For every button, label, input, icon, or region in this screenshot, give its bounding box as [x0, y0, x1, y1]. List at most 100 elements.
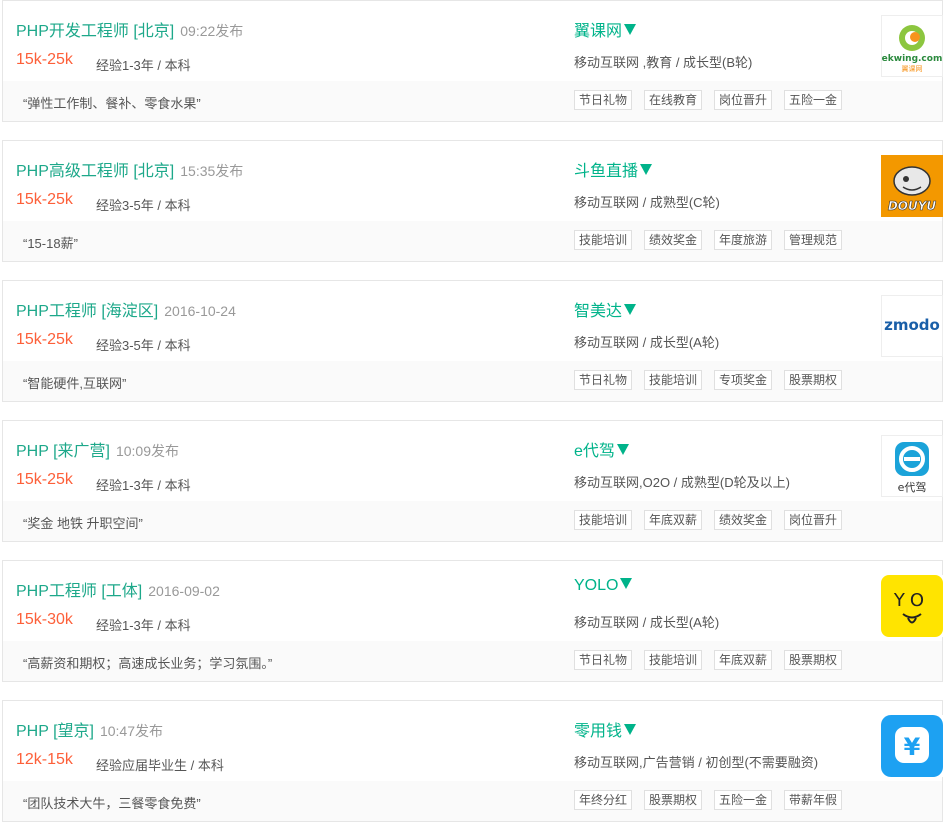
- company-tag: 专项奖金: [714, 370, 773, 390]
- job-position[interactable]: PHP开发工程师: [16, 23, 129, 40]
- job-salary: 15k-25k: [16, 331, 73, 348]
- svg-text:e代驾: e代驾: [898, 481, 927, 494]
- job-title-link[interactable]: PHP高级工程师 [北京] 15:35发布: [16, 157, 243, 181]
- company-name[interactable]: YOLO: [574, 577, 618, 594]
- company-name-link[interactable]: YOLO: [574, 577, 633, 595]
- company-tag: 技能培训: [574, 510, 633, 530]
- verified-icon: [624, 304, 637, 315]
- job-salary: 15k-25k: [16, 51, 73, 68]
- svg-text:DOUYU: DOUYU: [888, 199, 937, 213]
- job-district[interactable]: [来广营]: [49, 443, 110, 460]
- company-tag: 绩效奖金: [644, 230, 703, 250]
- company-name[interactable]: 智美达: [574, 303, 622, 320]
- company-name-link[interactable]: 斗鱼直播: [574, 157, 653, 181]
- company-tag: 技能培训: [574, 230, 633, 250]
- job-requirement: 经验1-3年 / 本科: [96, 478, 191, 493]
- company-name[interactable]: 斗鱼直播: [574, 163, 638, 180]
- job-requirement: 经验3-5年 / 本科: [96, 338, 191, 353]
- zmodo-logo[interactable]: zmodo: [881, 295, 943, 357]
- job-district[interactable]: [望京]: [49, 723, 94, 740]
- lingyongqian-logo[interactable]: ¥: [881, 715, 943, 777]
- job-advantage: “弹性工作制、餐补、零食水果”: [23, 96, 201, 111]
- company-tag: 岗位晋升: [714, 90, 773, 110]
- job-card[interactable]: PHP高级工程师 [北京] 15:35发布 15k-25k 经验3-5年 / 本科…: [2, 140, 943, 262]
- company-tags: 年终分红 股票期权 五险一金 带薪年假: [574, 790, 854, 810]
- company-tags: 技能培训 绩效奖金 年度旅游 管理规范: [574, 230, 854, 250]
- job-card-footer: “弹性工作制、餐补、零食水果” 节日礼物 在线教育 岗位晋升 五险一金: [3, 81, 942, 121]
- job-title-link[interactable]: PHP [望京] 10:47发布: [16, 717, 163, 741]
- edaijia-logo[interactable]: e代驾: [881, 435, 943, 497]
- job-district[interactable]: [北京]: [129, 23, 174, 40]
- job-card-footer: “15-18薪” 技能培训 绩效奖金 年度旅游 管理规范: [3, 221, 942, 261]
- job-card-footer: “高薪资和期权；高速成长业务；学习氛围。” 节日礼物 技能培训 年底双薪 股票期权: [3, 641, 942, 681]
- job-district[interactable]: [北京]: [129, 163, 174, 180]
- job-card-footer: “团队技术大牛，三餐零食免费” 年终分红 股票期权 五险一金 带薪年假: [3, 781, 942, 821]
- job-position[interactable]: PHP: [16, 443, 49, 460]
- company-tag: 绩效奖金: [714, 510, 773, 530]
- verified-icon: [620, 578, 633, 589]
- job-position[interactable]: PHP: [16, 723, 49, 740]
- company-name[interactable]: 零用钱: [574, 723, 622, 740]
- job-publish-time: 10:47发布: [99, 723, 164, 739]
- job-title-link[interactable]: PHP工程师 [海淀区] 2016-10-24: [16, 297, 236, 321]
- job-card[interactable]: PHP [望京] 10:47发布 12k-15k 经验应届毕业生 / 本科 零用钱…: [2, 700, 943, 822]
- job-salary: 15k-30k: [16, 611, 73, 628]
- job-requirement: 经验1-3年 / 本科: [96, 58, 191, 73]
- company-tag: 岗位晋升: [784, 510, 843, 530]
- job-requirement: 经验1-3年 / 本科: [96, 618, 191, 633]
- job-advantage: “奖金 地铁 升职空间”: [23, 516, 143, 531]
- job-card[interactable]: PHP [来广营] 10:09发布 15k-25k 经验1-3年 / 本科 e代驾…: [2, 420, 943, 542]
- company-tags: 节日礼物 技能培训 专项奖金 股票期权: [574, 370, 854, 390]
- company-name-link[interactable]: 翼课网: [574, 17, 637, 41]
- company-industry: 移动互联网,广告营销 / 初创型(不需要融资): [574, 755, 819, 770]
- company-tag: 股票期权: [644, 790, 703, 810]
- company-tag: 技能培训: [644, 650, 703, 670]
- verified-icon: [616, 444, 629, 455]
- job-position[interactable]: PHP高级工程师: [16, 163, 129, 180]
- job-position[interactable]: PHP工程师: [16, 303, 97, 320]
- company-name-link[interactable]: e代驾: [574, 437, 629, 461]
- company-tag: 五险一金: [714, 790, 773, 810]
- job-card[interactable]: PHP工程师 [工体] 2016-09-02 15k-30k 经验1-3年 / 本…: [2, 560, 943, 682]
- company-industry: 移动互联网 / 成长型(A轮): [574, 615, 720, 630]
- company-name-link[interactable]: 智美达: [574, 297, 637, 321]
- job-card[interactable]: PHP开发工程师 [北京] 09:22发布 15k-25k 经验1-3年 / 本科…: [2, 0, 943, 122]
- verified-icon: [624, 724, 637, 735]
- ekwing-logo[interactable]: ekwing.com 翼课网: [881, 15, 943, 77]
- svg-text:YO: YO: [893, 590, 930, 611]
- company-tag: 节日礼物: [574, 370, 633, 390]
- yolo-logo[interactable]: YO: [881, 575, 943, 637]
- job-title-link[interactable]: PHP开发工程师 [北京] 09:22发布: [16, 17, 243, 41]
- company-tags: 技能培训 年底双薪 绩效奖金 岗位晋升: [574, 510, 854, 530]
- job-advantage: “15-18薪”: [23, 236, 78, 251]
- job-district[interactable]: [工体]: [97, 583, 142, 600]
- company-tag: 年底双薪: [714, 650, 773, 670]
- verified-icon: [624, 24, 637, 35]
- job-district[interactable]: [海淀区]: [97, 303, 158, 320]
- job-salary: 12k-15k: [16, 751, 73, 768]
- job-title-link[interactable]: PHP [来广营] 10:09发布: [16, 437, 179, 461]
- company-name[interactable]: 翼课网: [574, 23, 622, 40]
- company-tag: 节日礼物: [574, 90, 633, 110]
- company-tag: 年终分红: [574, 790, 633, 810]
- job-title-link[interactable]: PHP工程师 [工体] 2016-09-02: [16, 577, 220, 601]
- job-advantage: “智能硬件,互联网”: [23, 376, 127, 391]
- job-card-footer: “奖金 地铁 升职空间” 技能培训 年底双薪 绩效奖金 岗位晋升: [3, 501, 942, 541]
- job-publish-time: 15:35发布: [180, 163, 244, 179]
- company-industry: 移动互联网 ,教育 / 成长型(B轮): [574, 55, 753, 70]
- job-position[interactable]: PHP工程师: [16, 583, 97, 600]
- job-requirement: 经验应届毕业生 / 本科: [96, 758, 224, 773]
- verified-icon: [640, 164, 653, 175]
- svg-text:翼课网: 翼课网: [902, 64, 923, 73]
- company-tag: 年底双薪: [644, 510, 703, 530]
- job-publish-time: 10:09发布: [115, 443, 180, 459]
- job-requirement: 经验3-5年 / 本科: [96, 198, 191, 213]
- company-industry: 移动互联网,O2O / 成熟型(D轮及以上): [574, 475, 790, 490]
- job-publish-time: 09:22发布: [180, 23, 244, 39]
- douyu-logo[interactable]: DOUYU: [881, 155, 943, 217]
- company-tag: 年度旅游: [714, 230, 773, 250]
- company-name[interactable]: e代驾: [574, 443, 615, 460]
- job-card[interactable]: PHP工程师 [海淀区] 2016-10-24 15k-25k 经验3-5年 / …: [2, 280, 943, 402]
- company-tag: 股票期权: [784, 370, 843, 390]
- company-name-link[interactable]: 零用钱: [574, 717, 637, 741]
